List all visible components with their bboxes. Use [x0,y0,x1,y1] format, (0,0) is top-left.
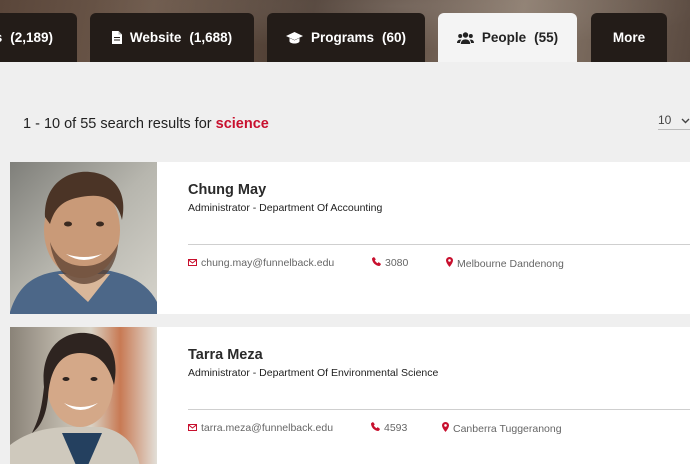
person-email-text: tarra.meza@funnelback.edu [201,422,334,434]
results-per-page-select[interactable]: 10 [658,110,690,130]
person-email[interactable]: tarra.meza@funnelback.edu [188,422,333,434]
graduation-cap-icon [285,31,303,44]
person-phone-text: 4593 [384,422,408,434]
tab-programs-count: (60) [382,30,407,45]
results-query: science [215,116,269,132]
envelope-icon [188,422,197,434]
person-phone[interactable]: 3080 [372,257,408,269]
tab-programs[interactable]: Programs (60) [267,13,425,62]
hero-banner: ts (2,189) Website (1,688) Programs (60)… [0,0,690,62]
person-email[interactable]: chung.may@funnelback.edu [188,257,334,269]
person-photo [10,327,157,464]
card-divider [188,244,690,245]
person-role: Administrator - Department Of Accounting [188,202,383,214]
phone-icon [371,422,380,434]
tab-more[interactable]: More [591,13,667,62]
map-pin-icon [442,422,449,435]
person-phone[interactable]: 4593 [371,422,407,434]
person-location: Melbourne Dandenong [446,257,564,270]
person-location-text: Melbourne Dandenong [457,257,564,270]
tab-events-label: ts [0,30,2,45]
chevron-down-icon [681,113,690,127]
tab-programs-label: Programs [310,30,374,45]
person-card[interactable]: Chung May Administrator - Department Of … [10,162,690,314]
person-photo [10,162,157,314]
tab-people-count: (55) [534,30,559,45]
document-icon [111,31,122,44]
results-per-page-value: 10 [658,112,672,127]
tab-website-count: (1,688) [189,30,233,45]
person-location: Canberra Tuggeranong [442,422,562,435]
tab-people[interactable]: People (55) [438,13,577,62]
tab-events[interactable]: ts (2,189) [0,13,77,62]
person-phone-text: 3080 [385,257,409,269]
tab-more-label: More [612,30,646,45]
results-summary: 1 - 10 of 55 search results for science [23,116,269,132]
person-name[interactable]: Tarra Meza [188,347,263,363]
tab-people-label: People [481,30,527,45]
person-email-text: chung.may@funnelback.edu [201,257,335,269]
person-location-text: Canberra Tuggeranong [453,422,562,435]
results-range: 1 - 10 of 55 search results for [23,116,212,132]
users-icon [456,31,474,44]
tab-events-count: (2,189) [10,30,53,45]
person-role: Administrator - Department Of Environmen… [188,367,439,379]
tab-website[interactable]: Website (1,688) [90,13,254,62]
card-divider [188,409,690,410]
envelope-icon [188,257,197,269]
phone-icon [372,257,381,269]
map-pin-icon [446,257,453,270]
tab-website-label: Website [129,30,182,45]
person-card[interactable]: Tarra Meza Administrator - Department Of… [10,327,690,464]
person-name[interactable]: Chung May [188,182,266,198]
